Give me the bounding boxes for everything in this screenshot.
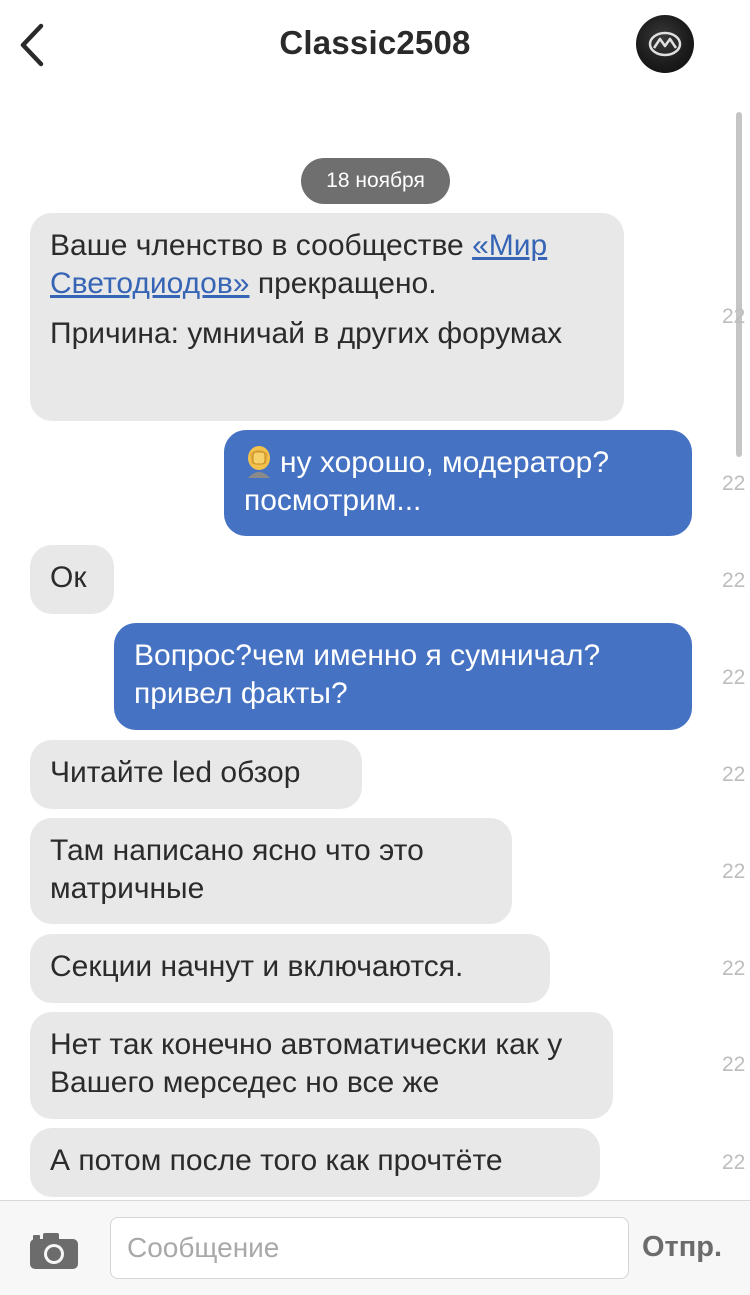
- message-text: А потом после того как прочтёте: [50, 1144, 503, 1177]
- message-time: 22: [722, 1053, 746, 1076]
- message-time: 22: [722, 305, 746, 328]
- date-separator: 18 ноября: [301, 158, 450, 204]
- message-text: Читайте led обзор: [50, 756, 301, 789]
- message-text: Причина: умничай в других форумах: [50, 317, 563, 350]
- message-text: ну хорошо, модератор? посмотрим...: [244, 446, 610, 517]
- incoming-message: Нет так конечно автоматически как у Ваше…: [30, 1012, 613, 1119]
- outgoing-message: ну хорошо, модератор? посмотрим...: [224, 430, 692, 536]
- message-time: 22: [722, 763, 746, 786]
- incoming-message: Читайте led обзор: [30, 740, 362, 809]
- message-composer: Отпр.: [0, 1200, 750, 1295]
- facepalm-emoji-icon: [248, 446, 270, 478]
- outgoing-message: Вопрос?чем именно я сумничал? привел фак…: [114, 623, 692, 730]
- incoming-message: Ваше членство в сообществе «Мир Светодио…: [30, 213, 624, 421]
- incoming-message: А потом после того как прочтёте: [30, 1128, 600, 1197]
- message-text: Вопрос?чем именно я сумничал? привел фак…: [134, 639, 601, 710]
- mazda-logo-icon: [648, 31, 682, 57]
- message-time: 22: [722, 472, 746, 495]
- avatar[interactable]: [636, 15, 694, 73]
- message-text-part: Ваше членство в сообществе: [50, 229, 473, 262]
- message-time: 22: [722, 957, 746, 980]
- incoming-message: Там написано ясно что это матричные: [30, 818, 512, 924]
- message-input[interactable]: [110, 1217, 629, 1279]
- message-time: 22: [722, 860, 746, 883]
- send-button[interactable]: Отпр.: [642, 1231, 722, 1264]
- message-text: Ок: [50, 561, 87, 594]
- incoming-message: Ок: [30, 545, 114, 614]
- camera-icon[interactable]: [28, 1231, 80, 1271]
- message-time: 22: [722, 1151, 746, 1174]
- message-text: Там написано ясно что это матричные: [50, 834, 424, 905]
- message-text: Секции начнут и включаются.: [50, 950, 464, 983]
- message-time: 22: [722, 666, 746, 689]
- message-text: Нет так конечно автоматически как у Ваше…: [50, 1028, 563, 1099]
- message-text: Ваше членство в сообществе «Мир Светодио…: [50, 227, 604, 303]
- incoming-message: Секции начнут и включаются.: [30, 934, 550, 1003]
- chat-header: Classic2508: [0, 0, 750, 92]
- message-text-part: прекращено.: [249, 267, 437, 300]
- scrollbar[interactable]: [736, 112, 742, 457]
- message-time: 22: [722, 569, 746, 592]
